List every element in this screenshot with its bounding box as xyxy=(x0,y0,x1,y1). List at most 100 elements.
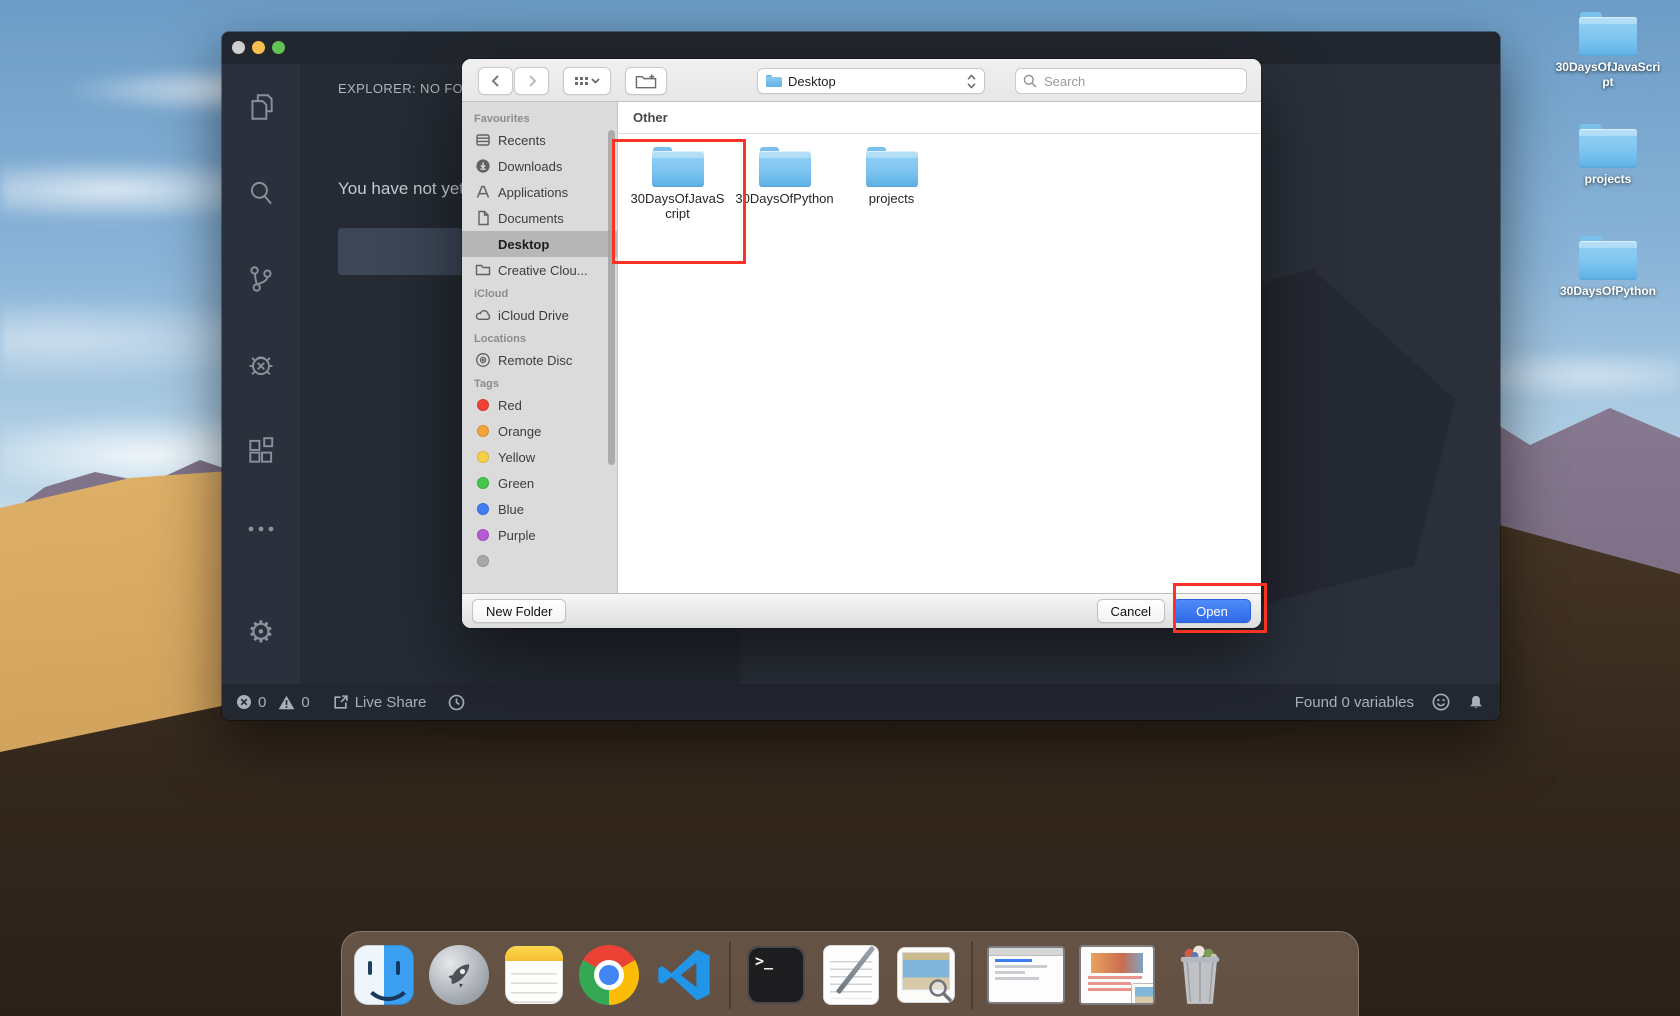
dialog-folder-projects[interactable]: projects xyxy=(838,147,945,222)
desktop-folder-30daysofpython[interactable]: 30DaysOfPython xyxy=(1544,236,1672,299)
error-icon xyxy=(236,694,252,710)
tag-color-dot xyxy=(477,529,489,541)
location-dropdown[interactable]: Desktop xyxy=(757,68,985,94)
sidebar-tag-partial[interactable] xyxy=(462,548,617,574)
sidebar-tag-red[interactable]: Red xyxy=(462,392,617,418)
tag-color-dot xyxy=(477,425,489,437)
dock-separator xyxy=(729,941,731,1009)
clock-icon[interactable] xyxy=(448,694,465,711)
dock-notes-icon[interactable] xyxy=(502,943,566,1007)
sidebar-item-applications[interactable]: Applications xyxy=(462,179,617,205)
sidebar-tag-purple[interactable]: Purple xyxy=(462,522,617,548)
feedback-smiley-icon[interactable] xyxy=(1432,693,1450,711)
sidebar-item-label: Desktop xyxy=(498,237,549,252)
debug-icon[interactable] xyxy=(222,322,300,408)
folder-icon xyxy=(474,262,491,278)
recents-icon xyxy=(474,132,491,148)
dock: >_ xyxy=(341,931,1359,1016)
notifications-bell-icon[interactable] xyxy=(1468,694,1484,711)
sidebar-item-icloud-drive[interactable]: iCloud Drive xyxy=(462,302,617,328)
dock-trash-icon[interactable] xyxy=(1168,943,1232,1007)
tag-color-dot xyxy=(477,477,489,489)
sidebar-item-label: Applications xyxy=(498,185,568,200)
extensions-icon[interactable] xyxy=(222,408,300,494)
sidebar-section-locations: Locations xyxy=(462,328,617,347)
sidebar-item-recents[interactable]: Recents xyxy=(462,127,617,153)
source-control-icon[interactable] xyxy=(222,236,300,322)
tag-label: Red xyxy=(498,398,522,413)
sidebar-tag-green[interactable]: Green xyxy=(462,470,617,496)
cloud-icon xyxy=(474,307,491,323)
sidebar-item-label: Creative Clou... xyxy=(498,263,588,278)
dialog-content: Other 30DaysOfJavaScript 30DaysOfPython … xyxy=(618,102,1261,594)
dock-vscode-icon[interactable] xyxy=(652,943,716,1007)
folder-icon xyxy=(866,147,918,187)
sidebar-tag-orange[interactable]: Orange xyxy=(462,418,617,444)
finder-open-dialog: Desktop Favourites xyxy=(462,59,1261,628)
sidebar-item-label: iCloud Drive xyxy=(498,308,569,323)
live-share-button[interactable]: Live Share xyxy=(332,694,427,711)
downloads-icon xyxy=(474,158,491,174)
sidebar-item-documents[interactable]: Documents xyxy=(462,205,617,231)
folder-icon xyxy=(1579,124,1637,168)
dock-textedit-icon[interactable] xyxy=(819,943,883,1007)
dock-separator xyxy=(971,941,973,1009)
documents-icon xyxy=(474,210,491,226)
dialog-folder-30daysofpython[interactable]: 30DaysOfPython xyxy=(731,147,838,222)
dock-minimized-window-icon[interactable] xyxy=(1077,943,1157,1007)
preview-badge-icon xyxy=(1131,983,1155,1005)
folder-icon xyxy=(1579,12,1637,56)
tag-label: Purple xyxy=(498,528,536,543)
tag-color-dot xyxy=(477,503,489,515)
sidebar-scrollbar[interactable] xyxy=(608,130,615,465)
search-input[interactable] xyxy=(1042,73,1239,90)
settings-gear-icon[interactable]: ⚙ xyxy=(222,590,300,676)
new-folder-toolbar-button[interactable] xyxy=(625,67,667,95)
disc-icon xyxy=(474,352,491,368)
explorer-icon[interactable] xyxy=(222,64,300,150)
new-folder-button[interactable]: New Folder xyxy=(472,599,566,623)
view-options-button[interactable] xyxy=(563,67,611,95)
dialog-toolbar: Desktop xyxy=(462,59,1261,102)
sidebar-item-remote-disc[interactable]: Remote Disc xyxy=(462,347,617,373)
dock-chrome-icon[interactable] xyxy=(577,943,641,1007)
sidebar-section-tags: Tags xyxy=(462,373,617,392)
dock-finder-icon[interactable] xyxy=(352,943,416,1007)
window-close-button[interactable] xyxy=(232,41,245,54)
window-zoom-button[interactable] xyxy=(272,41,285,54)
window-minimize-button[interactable] xyxy=(252,41,265,54)
desktop-folder-label: 30DaysOfPython xyxy=(1552,284,1664,299)
search-field[interactable] xyxy=(1015,68,1247,94)
back-button[interactable] xyxy=(478,67,513,95)
error-count: 0 xyxy=(258,694,266,711)
dialog-folder-label: 30DaysOfJavaScript xyxy=(628,192,728,222)
dialog-folder-label: 30DaysOfPython xyxy=(735,192,835,207)
sidebar-item-label: Documents xyxy=(498,211,564,226)
dock-terminal-icon[interactable]: >_ xyxy=(744,943,808,1007)
chevron-up-down-icon xyxy=(967,74,976,89)
desktop-folder-label: 30DaysOfJavaScript xyxy=(1552,60,1664,90)
desktop-folder-projects[interactable]: projects xyxy=(1544,124,1672,187)
content-section-header: Other xyxy=(618,102,1261,134)
dock-minimized-window-icon[interactable] xyxy=(986,943,1066,1007)
sidebar-tag-blue[interactable]: Blue xyxy=(462,496,617,522)
sidebar-item-desktop[interactable]: Desktop xyxy=(462,231,617,257)
dock-launchpad-icon[interactable] xyxy=(427,943,491,1007)
open-button[interactable]: Open xyxy=(1173,599,1251,623)
dock-preview-icon[interactable] xyxy=(894,943,958,1007)
desktop-folder-30daysofjavascript[interactable]: 30DaysOfJavaScript xyxy=(1544,12,1672,90)
forward-button[interactable] xyxy=(514,67,549,95)
sidebar-item-downloads[interactable]: Downloads xyxy=(462,153,617,179)
sidebar-item-label: Remote Disc xyxy=(498,353,572,368)
search-icon[interactable] xyxy=(222,150,300,236)
more-actions-icon[interactable] xyxy=(222,494,300,564)
sidebar-tag-yellow[interactable]: Yellow xyxy=(462,444,617,470)
tag-label: Orange xyxy=(498,424,541,439)
sidebar-item-creative-cloud[interactable]: Creative Clou... xyxy=(462,257,617,283)
dialog-folder-label: projects xyxy=(842,192,942,207)
sidebar-section-favourites: Favourites xyxy=(462,108,617,127)
variables-status: Found 0 variables xyxy=(1295,694,1414,711)
cancel-button[interactable]: Cancel xyxy=(1097,599,1165,623)
dialog-folder-30daysofjavascript[interactable]: 30DaysOfJavaScript xyxy=(624,147,731,222)
problems-indicator[interactable]: 0 0 xyxy=(236,694,310,711)
